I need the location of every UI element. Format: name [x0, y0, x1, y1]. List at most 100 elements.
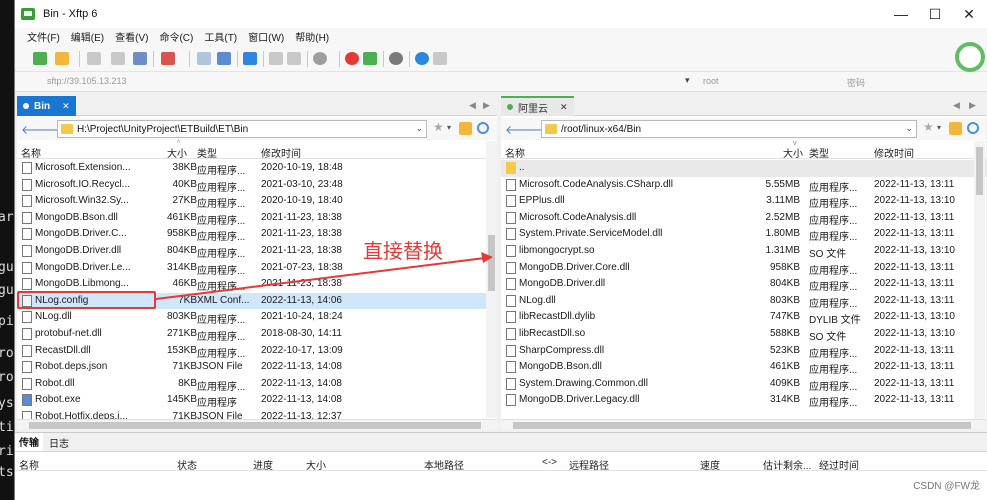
xshell-icon[interactable] [345, 52, 359, 65]
tcol-remote-path[interactable]: 远程路径 [569, 457, 609, 472]
refresh-icon[interactable] [967, 122, 979, 134]
col-modified[interactable]: 修改时间 [261, 145, 301, 160]
file-row[interactable]: System.Drawing.Common.dll 409KB 应用程序... 202… [501, 376, 986, 393]
disconnect-icon[interactable] [87, 52, 101, 65]
close-tab-icon[interactable]: ✕ [62, 101, 70, 112]
file-row[interactable]: Microsoft.Extension... 38KB 应用程序... 2020-10… [17, 160, 497, 177]
file-row[interactable]: EPPlus.dll 3.11MB 应用程序... 2022-11-13, 13:10 [501, 193, 986, 210]
file-row[interactable]: MongoDB.Bson.dll 461KB 应用程序... 2021-11-23, … [17, 210, 497, 227]
tab-remote-aliyun[interactable]: 阿里云 ✕ [501, 96, 574, 116]
copy-icon[interactable] [269, 52, 283, 65]
new-file-icon[interactable] [197, 52, 211, 65]
gear-icon[interactable] [389, 52, 403, 65]
file-row[interactable]: System.Private.ServiceModel.dll 1.80MB 应用程… [501, 226, 986, 243]
xftp-icon[interactable] [363, 52, 377, 65]
local-hscroll[interactable] [17, 419, 497, 430]
host-input[interactable]: sftp://39.105.13.213 [47, 76, 127, 86]
remote-vscroll-thumb[interactable] [976, 147, 983, 195]
file-row[interactable]: Microsoft.IO.Recycl... 40KB 应用程序... 2021-03… [17, 177, 497, 194]
file-row[interactable]: Robot.deps.json 71KB JSON File 2022-11-13, … [17, 359, 497, 376]
menu-help[interactable]: 帮助(H) [295, 29, 329, 44]
col-type[interactable]: 类型 [809, 145, 829, 160]
sync-icon[interactable] [243, 52, 257, 65]
file-row[interactable]: NLog.dll 803KB 应用程序... 2021-10-24, 18:24 [17, 309, 497, 326]
tcol-local-path[interactable]: 本地路径 [424, 457, 464, 472]
local-path-input[interactable]: H:\Project\UnityProject\ETBuild\ET\Bin ⌄ [57, 120, 427, 138]
remote-path-input[interactable]: /root/linux-x64/Bin ⌄ [541, 120, 917, 138]
path-dropdown-icon[interactable]: ⌄ [415, 123, 423, 134]
open-folder-icon[interactable] [55, 52, 69, 65]
file-row[interactable]: MongoDB.Driver.Legacy.dll 314KB 应用程序... 202… [501, 392, 986, 409]
bookmark-icon[interactable]: ★ [923, 120, 936, 134]
tcol-name[interactable]: 名称 [19, 457, 39, 472]
path-dropdown-icon[interactable]: ⌄ [905, 123, 913, 134]
col-name[interactable]: 名称 [21, 145, 41, 160]
bookmark-icon[interactable]: ★ [433, 120, 446, 134]
close-tab-icon[interactable]: ✕ [560, 102, 568, 113]
col-size[interactable]: 大小 [167, 145, 187, 160]
parent-folder-icon[interactable] [459, 122, 472, 135]
menu-edit[interactable]: 编辑(E) [71, 29, 104, 44]
chat-icon[interactable] [433, 52, 447, 65]
menu-view[interactable]: 查看(V) [115, 29, 148, 44]
help-icon[interactable] [415, 52, 429, 65]
refresh-icon[interactable] [477, 122, 489, 134]
minimize-button[interactable]: — [884, 0, 918, 28]
username-input[interactable]: root [703, 76, 719, 86]
tcol-elapsed[interactable]: 经过时间 [819, 457, 859, 472]
file-row[interactable]: MongoDB.Driver.Core.dll 958KB 应用程序... 2022-… [501, 260, 986, 277]
file-row[interactable]: NLog.dll 803KB 应用程序... 2022-11-13, 13:11 [501, 293, 986, 310]
col-size[interactable]: 大小 [783, 145, 803, 160]
file-row[interactable]: Robot.exe 145KB 应用程序 2022-11-13, 14:08 [17, 392, 497, 409]
connect-icon[interactable] [955, 42, 985, 72]
reconnect-icon[interactable] [111, 52, 125, 65]
tcol-direction[interactable]: <-> [542, 457, 557, 468]
local-vscroll-thumb[interactable] [488, 235, 495, 291]
tcol-progress[interactable]: 进度 [253, 457, 273, 472]
remote-vscroll[interactable] [974, 141, 985, 419]
tcol-remaining[interactable]: 估计剩余... [763, 457, 811, 472]
tab-log[interactable]: 日志 [45, 433, 73, 451]
password-input[interactable]: 密码 [847, 76, 865, 89]
new-folder-icon[interactable] [217, 52, 231, 65]
tab-next-icon[interactable]: ▶ [483, 100, 490, 111]
properties-icon[interactable] [133, 52, 147, 65]
tcol-size[interactable]: 大小 [306, 457, 326, 472]
host-dropdown-icon[interactable]: ▾ [685, 75, 690, 86]
remote-hscroll-thumb[interactable] [513, 422, 971, 429]
menu-tools[interactable]: 工具(T) [204, 29, 237, 44]
transfer-icon[interactable] [161, 52, 175, 65]
file-row[interactable]: protobuf-net.dll 271KB 应用程序... 2018-08-30, … [17, 326, 497, 343]
maximize-button[interactable]: ☐ [918, 0, 952, 28]
col-modified[interactable]: 修改时间 [874, 145, 914, 160]
local-vscroll[interactable] [486, 141, 497, 418]
local-hscroll-thumb[interactable] [29, 422, 481, 429]
parent-folder-icon[interactable] [949, 122, 962, 135]
paste-icon[interactable] [287, 52, 301, 65]
file-row[interactable]: SharpCompress.dll 523KB 应用程序... 2022-11-13,… [501, 343, 986, 360]
close-button[interactable]: ✕ [952, 0, 986, 28]
tab-local-bin[interactable]: Bin ✕ [17, 96, 76, 116]
file-row[interactable]: Robot.dll 8KB 应用程序... 2022-11-13, 14:08 [17, 376, 497, 393]
tcol-status[interactable]: 状态 [177, 457, 197, 472]
menu-file[interactable]: 文件(F) [27, 29, 60, 44]
tab-prev-icon[interactable]: ◀ [469, 100, 476, 111]
tab-transfer[interactable]: 传输 [15, 433, 43, 451]
file-row[interactable]: libmongocrypt.so 1.31MB SO 文件 2022-11-13, 1… [501, 243, 986, 260]
file-row[interactable]: RecastDll.dll 153KB 应用程序... 2022-10-17, 13:… [17, 343, 497, 360]
file-row[interactable]: Microsoft.Win32.Sy... 27KB 应用程序... 2020-10-… [17, 193, 497, 210]
col-type[interactable]: 类型 [197, 145, 217, 160]
file-row[interactable]: Microsoft.CodeAnalysis.CSharp.dll 5.55MB 应… [501, 177, 986, 194]
file-row[interactable]: MongoDB.Driver.dll 804KB 应用程序... 2022-11-13… [501, 276, 986, 293]
parent-dir-row[interactable]: .. [501, 160, 986, 177]
tab-prev-icon[interactable]: ◀ [953, 100, 960, 111]
file-row[interactable]: MongoDB.Bson.dll 461KB 应用程序... 2022-11-13, … [501, 359, 986, 376]
file-row[interactable]: libRecastDll.dylib 747KB DYLIB 文件 2022-11-1… [501, 309, 986, 326]
stop-icon[interactable] [313, 52, 327, 65]
menu-command[interactable]: 命令(C) [159, 29, 193, 44]
tab-next-icon[interactable]: ▶ [969, 100, 976, 111]
file-row[interactable]: Microsoft.CodeAnalysis.dll 2.52MB 应用程序... 2… [501, 210, 986, 227]
file-row[interactable]: libRecastDll.so 588KB SO 文件 2022-11-13, 13:… [501, 326, 986, 343]
col-name[interactable]: 名称 [505, 145, 525, 160]
tcol-speed[interactable]: 速度 [700, 457, 720, 472]
